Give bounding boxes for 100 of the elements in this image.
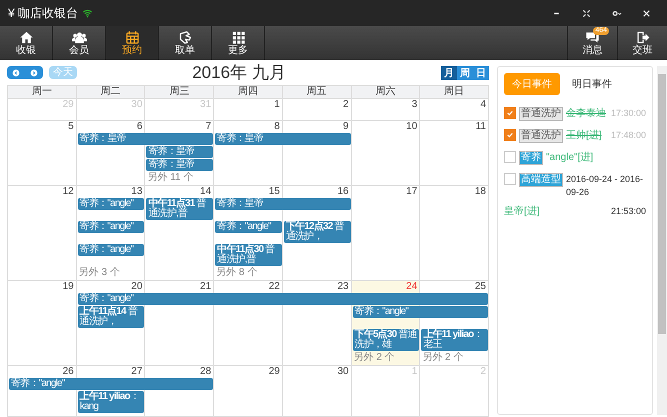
day-number: 8 bbox=[274, 121, 281, 132]
more-events-link[interactable]: 另外 2 个 bbox=[352, 352, 397, 363]
event-bar[interactable]: 中午11点30 普通洗护,普 bbox=[215, 244, 282, 266]
day-number: 13 bbox=[131, 186, 144, 197]
event-bar[interactable]: 寄养："angle" bbox=[9, 378, 214, 390]
event-tag: 普通洗护 bbox=[519, 129, 563, 143]
weekday-header: 周四 bbox=[214, 86, 283, 98]
event-bar[interactable]: 寄养：皇帝 bbox=[146, 159, 214, 171]
event-bar[interactable]: 寄养：皇帝 bbox=[215, 133, 351, 145]
day-number: 26 bbox=[62, 366, 75, 377]
event-bar[interactable]: 寄养：皇帝 bbox=[78, 133, 214, 145]
event-name: 金李泰迪 bbox=[566, 107, 607, 120]
day-number: 23 bbox=[337, 281, 350, 292]
event-bar[interactable]: 上午11 yiliao：老王 bbox=[421, 329, 488, 351]
more-events-link[interactable]: 另外 2 个 bbox=[420, 352, 466, 363]
weekday-header: 周二 bbox=[76, 86, 146, 98]
day-number: 12 bbox=[62, 186, 75, 197]
event-tag: 寄养 bbox=[519, 151, 543, 165]
event-time: 17:30:00 bbox=[610, 107, 646, 120]
wifi-icon bbox=[82, 8, 94, 18]
day-number: 25 bbox=[474, 281, 487, 292]
day-number: 24 bbox=[406, 281, 418, 292]
day-number: 30 bbox=[337, 366, 350, 377]
event-bar[interactable]: 寄养：皇帝 bbox=[146, 146, 214, 158]
checkbox[interactable] bbox=[504, 129, 516, 141]
next-button[interactable] bbox=[25, 66, 43, 79]
event-bar[interactable]: 上午11 yiliao：kang bbox=[78, 391, 144, 413]
event-bar[interactable]: 寄养："angle" bbox=[78, 221, 144, 233]
day-number: 28 bbox=[200, 366, 212, 377]
checkbox[interactable] bbox=[504, 107, 516, 119]
day-number: 9 bbox=[343, 121, 350, 132]
chevron-right-icon bbox=[30, 68, 38, 76]
day-number: 15 bbox=[268, 186, 281, 197]
checkbox[interactable] bbox=[504, 173, 516, 185]
day-number: 17 bbox=[406, 186, 418, 197]
day-number: 2 bbox=[343, 99, 350, 110]
more-events-link[interactable]: 另外 3 个 bbox=[76, 267, 122, 278]
nav-tab[interactable]: 预约 bbox=[106, 26, 159, 60]
weekday-header: 周三 bbox=[145, 86, 214, 98]
day-number: 5 bbox=[68, 121, 75, 132]
checkbox[interactable] bbox=[504, 151, 516, 163]
nav-tab[interactable]: 取单 bbox=[159, 26, 212, 60]
panel-tab[interactable]: 今日事件 bbox=[504, 73, 560, 95]
day-number: 4 bbox=[480, 99, 487, 110]
more-events-link[interactable]: 另外 8 个 bbox=[214, 267, 260, 278]
event-time: 21:53:00 bbox=[610, 205, 646, 218]
event-name: 皇帝[进] bbox=[504, 205, 541, 218]
scrollbar-thumb[interactable] bbox=[658, 74, 666, 334]
fullscreen-icon bbox=[580, 8, 592, 18]
event-bar[interactable]: 下午5点30 普通洗护，雄 bbox=[352, 329, 420, 351]
event-name: 2016-09-24 - 2016-09-26 bbox=[566, 173, 644, 199]
event-bar[interactable]: 寄养："angle" bbox=[78, 198, 144, 210]
day-number: 18 bbox=[474, 186, 487, 197]
event-tag: 高端造型 bbox=[519, 173, 563, 187]
panel-tab[interactable]: 明日事件 bbox=[564, 73, 620, 95]
day-number: 20 bbox=[131, 281, 144, 292]
window-title: ¥ 咖店收银台 bbox=[8, 5, 78, 22]
day-number: 14 bbox=[200, 186, 212, 197]
nav-tab[interactable]: 收银 bbox=[0, 26, 53, 60]
day-number: 11 bbox=[476, 121, 487, 132]
event-bar[interactable]: 寄养：皇帝 bbox=[215, 198, 351, 210]
day-number: 21 bbox=[200, 281, 212, 292]
more-events-link[interactable]: 另外 11 个 bbox=[145, 172, 196, 183]
event-bar[interactable]: 寄养："angle" bbox=[78, 244, 144, 256]
event-bar[interactable]: 中午11点31 普通洗护,普 bbox=[146, 198, 214, 220]
day-number: 1 bbox=[274, 99, 281, 110]
weekday-header: 周六 bbox=[352, 86, 420, 98]
prev-button[interactable] bbox=[7, 66, 25, 79]
check-icon bbox=[506, 109, 514, 117]
chevron-left-icon bbox=[12, 68, 20, 76]
people-icon bbox=[70, 30, 88, 44]
calendar-icon bbox=[124, 30, 140, 44]
day-number: 16 bbox=[337, 186, 350, 197]
event-name: 王帅[进] bbox=[566, 129, 603, 142]
day-number: 27 bbox=[131, 366, 144, 377]
event-bar[interactable]: 寄养："angle" bbox=[352, 306, 488, 318]
check-icon bbox=[506, 131, 514, 139]
event-bar[interactable]: 寄养："angle" bbox=[215, 221, 282, 233]
weekday-header: 周一 bbox=[8, 86, 77, 98]
event-bar[interactable]: 下午12点32 普通洗护， bbox=[284, 221, 351, 243]
event-name: "angle"[进] bbox=[546, 151, 594, 164]
close-icon bbox=[640, 8, 652, 18]
view-tab[interactable]: 周 bbox=[457, 66, 473, 80]
weekday-header: 周日 bbox=[420, 86, 489, 98]
day-number: 10 bbox=[406, 121, 418, 132]
event-tag: 普通洗护 bbox=[519, 107, 563, 121]
event-time: 17:48:00 bbox=[610, 129, 646, 142]
day-number: 19 bbox=[62, 281, 75, 292]
home-icon bbox=[18, 30, 34, 44]
scrollbar[interactable] bbox=[657, 66, 667, 415]
view-tab[interactable]: 日 bbox=[473, 66, 489, 80]
nav-tab[interactable]: 更多 bbox=[212, 26, 265, 60]
event-bar[interactable]: 上午11点14 普通洗护， bbox=[78, 306, 144, 328]
day-number: 6 bbox=[136, 121, 144, 132]
day-number: 3 bbox=[412, 99, 418, 110]
day-number: 22 bbox=[268, 281, 281, 292]
event-bar[interactable]: 寄养："angle" bbox=[78, 293, 488, 305]
nav-button[interactable]: 交班 bbox=[617, 26, 667, 60]
weekday-header: 周五 bbox=[282, 86, 352, 98]
view-tab[interactable]: 月 bbox=[441, 66, 457, 80]
